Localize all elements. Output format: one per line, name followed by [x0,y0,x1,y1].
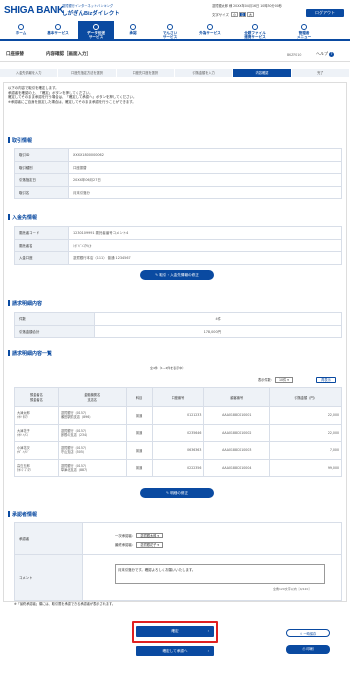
print-button[interactable]: ⎙ 印刷 [286,645,330,654]
zengin-file-icon [252,24,258,30]
section-title-torihiki: 取引情報 [7,137,33,144]
edit-torihiki-button[interactable]: ✎ 取引・入金先情報の修正 [140,270,214,280]
comment-counter: 全角120文字以内［4/120］ [273,587,312,591]
list-count: 全4件（1~4件を表示中） [150,366,186,370]
step-5-current: 内容確認 [233,69,291,77]
approver-table: 承認者 一次承認者： 滋賀銀太郎 ▾ 最終承認者： 滋賀銀花子 ▾ コメント 月… [14,522,342,601]
data-transfer-icon [93,24,99,30]
help-link[interactable]: ヘルプ? [316,51,334,57]
first-approver-select[interactable]: 滋賀銀太郎 ▾ [136,532,163,538]
meisai-table: 預金者名 預金者名 金融機関名 支店名 科目 口座番号 顧客番号 引落金額（円）… [14,387,342,477]
step-4: 引落金額を入力 [174,69,233,77]
nav-densai[interactable]: でんさい サービス [152,21,188,41]
table-row: 小津花次 ｵﾂﾞ ﾊﾅｼﾞ 滋賀銀行（0157） 守山支店（505） 普通 06… [14,441,342,460]
section-title-shoninsha: 承認者情報 [7,511,38,518]
torihiki-table: 取引ID XXXX1800000062 取引種別 口座振替 引落指定日 20XX年06… [14,148,342,199]
breadcrumb: 口座振替 [6,52,24,57]
final-approver-select[interactable]: 滋賀銀花子 ▾ [136,542,163,548]
chevron-right-icon: › [207,629,209,633]
per-page-select[interactable]: 10件 ▾ [274,377,293,383]
confirm-button[interactable]: 確定 › [136,626,214,637]
chevron-right-icon: › [207,649,209,653]
confirm-and-approve-button[interactable]: 確定して承認へ › [136,646,214,656]
comment-textarea[interactable]: 月末引落分です。確認よろしくお願いいたします。 [115,564,325,584]
user-info: 滋賀銀太郎 様 20XX年04月16日 10時30分00秒 [212,4,282,8]
first-approver-row: 一次承認者： 滋賀銀太郎 ▾ [115,532,337,538]
final-approver-row: 最終承認者： 滋賀銀花子 ▾ [115,542,337,548]
font-size-medium[interactable]: 中 [238,12,246,17]
step-1: 入金先情報を入力 [0,69,58,77]
nav-basic-service[interactable]: 基本サービス [40,21,76,41]
approver-note: ※「最終承認者」欄には、取引限を承認できる承認者が表示されます。 [14,602,116,606]
step-2: 口座先指定方法を選択 [58,69,116,77]
section-title-seikyu: 請求明細内容 [7,300,43,307]
nav-zengin-file[interactable]: 全銀ファイル 連携サービス [232,21,278,41]
table-row: 大津太郎 ｵｵﾂ ﾀﾛｳ 滋賀銀行（0157） 瀬田駅前支店（896） 普通 0… [14,406,342,425]
home-icon [18,24,24,30]
logout-button[interactable]: ログアウト [306,9,344,17]
per-page-control: 表示件数： 10件 ▾ [258,377,293,383]
step-3: 口座先口座を選択 [116,69,174,77]
font-size-label: 文字サイズ [212,13,229,17]
seikyu-table: 件数 4件 引落金額合計 178,000円 [14,312,342,338]
global-nav: ホーム 基本サービス データ伝送 サービス 承認 でんさい サービス 外為サービ… [0,21,350,41]
section-title-nyukin: 入金先情報 [7,214,38,221]
font-size-large[interactable]: 大 [246,12,254,17]
basic-service-icon [55,24,61,30]
redisplay-button[interactable]: 再表示 [316,377,336,383]
section-title-ichiran: 請求明細内容一覧 [7,350,53,357]
nav-home[interactable]: ホーム [4,21,38,41]
table-row: 大津花子 ｵｵﾂ ﾊﾅｺ 滋賀銀行（0157） 彦根の支店（234） 普通 02… [14,423,342,442]
step-6: 完了 [291,69,349,77]
foreign-exchange-icon [207,24,213,30]
help-icon: ? [329,52,334,57]
page-title: 内容確認［画面入力］ [46,52,91,57]
nav-foreign-exchange[interactable]: 外為サービス [190,21,230,41]
nyukin-table: 委託者コード 1230109991 委託者番号コメント4 委託者名 ｼｶﾞｷﾞﾝｺｳ… [14,226,342,265]
approval-icon [130,24,136,30]
table-row: 高島五郎 ﾀｶｼﾏ ｺﾞﾛｳ 滋賀銀行（0157） 草津北支店（887） 普通 … [14,458,342,477]
intro-text: 以下の内容で取引を確定します。 承認者を確認の上、「確定」ボタンを押してください… [8,86,137,104]
densai-icon [167,24,173,30]
screen-code: BKZF010 [287,53,302,57]
font-size-switcher: 文字サイズ 小中大 [212,12,254,17]
nav-admin-menu[interactable]: 管理者 メニュー [284,21,324,41]
font-size-small[interactable]: 小 [230,12,238,17]
table-header: 預金者名 預金者名 金融機関名 支店名 科目 口座番号 顧客番号 引落金額（円） [14,387,342,407]
nav-approval[interactable]: 承認 [116,21,150,41]
nav-data-transfer[interactable]: データ伝送 サービス [78,21,114,41]
admin-icon [301,24,307,30]
step-indicator: 入金先情報を入力 口座先指定方法を選択 口座先口座を選択 引落金額を入力 内容確… [0,69,350,77]
product-name: しがぎんBizダイレクト [62,11,120,17]
tagline: 滋賀銀行インターネットバンキング [62,4,114,8]
edit-meisai-button[interactable]: ✎ 明細の修正 [140,488,214,498]
save-draft-button[interactable]: ⇪ 一時保存 [286,629,330,637]
bank-logo[interactable]: SHIGA BANK [4,5,64,16]
